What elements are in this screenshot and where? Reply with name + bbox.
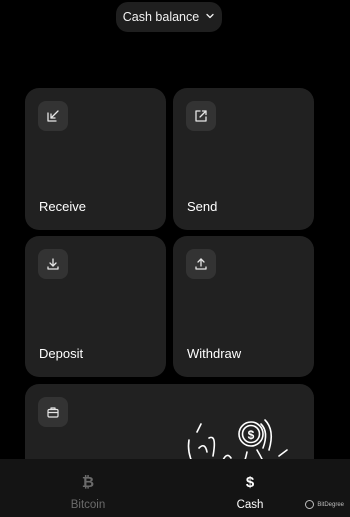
svg-text:$: $: [248, 428, 255, 442]
download-icon: [38, 249, 68, 279]
chevron-down-icon: [205, 10, 215, 24]
nav-tab-bitcoin-label: Bitcoin: [70, 499, 106, 511]
bitdegree-logo-icon: [305, 500, 315, 509]
send-tile[interactable]: Send: [173, 88, 314, 230]
dollar-icon: $: [245, 474, 255, 491]
withdraw-tile[interactable]: Withdraw: [173, 236, 314, 377]
deposit-label: Deposit: [39, 346, 84, 361]
arrow-down-left-icon: [38, 101, 68, 131]
receive-tile[interactable]: Receive: [25, 88, 166, 230]
balance-selector[interactable]: Cash balance: [116, 2, 222, 32]
deposit-tile[interactable]: Deposit: [25, 236, 166, 377]
balance-selector-label: Cash balance: [122, 10, 200, 24]
bottom-nav: ₿ Bitcoin $ Cash: [0, 459, 350, 517]
nav-tab-bitcoin[interactable]: ₿ Bitcoin: [28, 459, 148, 517]
watermark: BitDegree: [305, 500, 344, 509]
watermark-text: BitDegree: [317, 501, 344, 508]
send-label: Send: [187, 199, 218, 214]
bitcoin-icon: ₿: [81, 474, 95, 491]
briefcase-icon: [38, 397, 68, 427]
arrow-up-right-icon: [186, 101, 216, 131]
nav-tab-cash[interactable]: $ Cash: [190, 459, 310, 517]
receive-label: Receive: [39, 199, 86, 214]
nav-tab-cash-label: Cash: [236, 499, 264, 511]
withdraw-label: Withdraw: [187, 346, 242, 361]
cash-balance-screen: Cash balance Receive Send Deposit Withdr…: [0, 0, 350, 517]
upload-icon: [186, 249, 216, 279]
